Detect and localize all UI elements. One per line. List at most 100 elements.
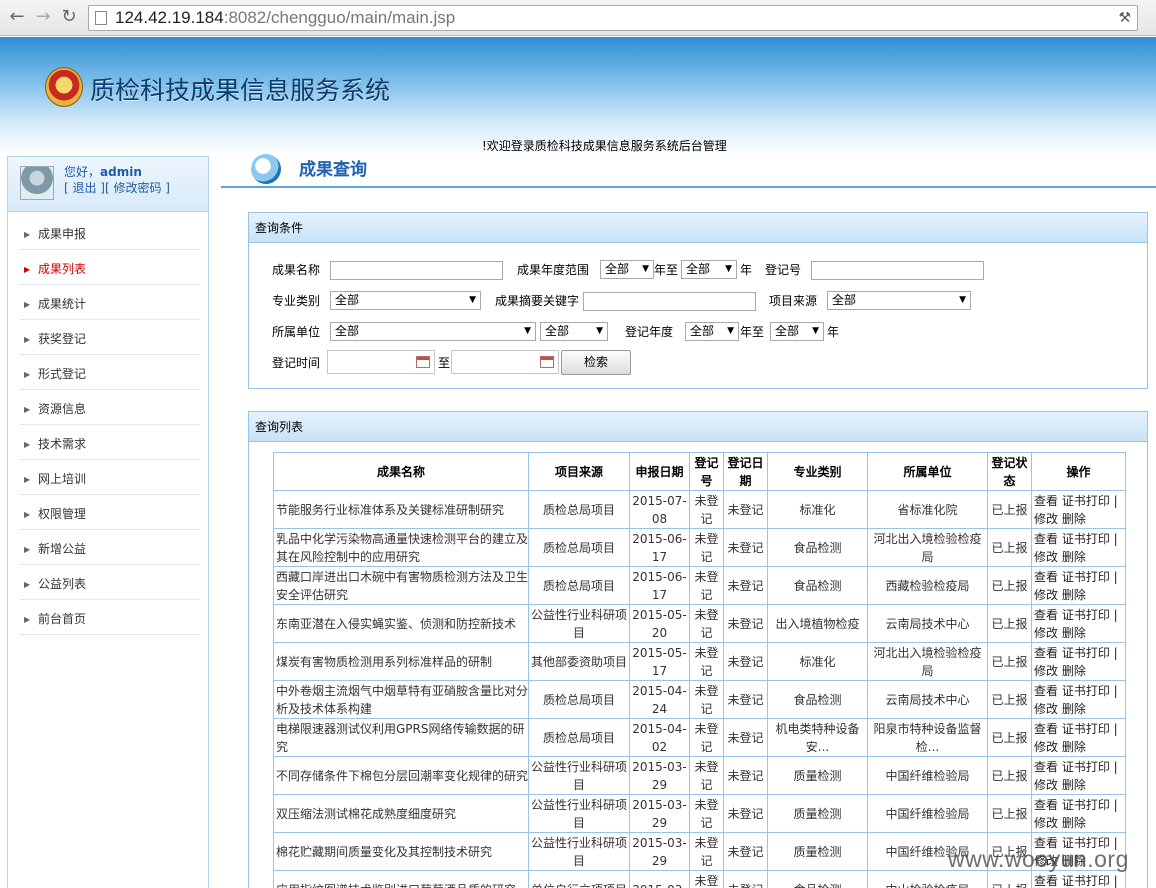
result-panel-title: 查询列表: [249, 412, 1147, 442]
table-row: 乳品中化学污染物高通量快速检测平台的建立及其在风险控制中的应用研究 质检总局项目 2…: [273, 528, 1126, 567]
sidebar-item-resource[interactable]: ▶ 资源信息: [8, 392, 208, 427]
cell-date: 2015-05-17: [629, 642, 690, 681]
dropdown-arrow-icon: ▼: [725, 264, 732, 274]
result-table: 成果名称 项目来源 申报日期 登记号 登记日期 专业类别 所属单位 登记状态 操…: [273, 452, 1126, 888]
query-panel: 查询条件 成果名称 成果年度范围 全部 ▼ 年至 全部 ▼ 年 登记号 专业类别 全…: [248, 212, 1148, 389]
row-actions[interactable]: 查看 证书打印 | 修改 删除: [1031, 870, 1126, 888]
user-links[interactable]: [ 退出 ][ 修改密码 ]: [64, 181, 204, 196]
search-globe-icon: [251, 154, 281, 184]
address-bar[interactable]: 124.42.19.184:8082/chengguo/main/main.js…: [88, 5, 1138, 31]
cell-category: 质量检测: [767, 832, 868, 871]
keyword-input[interactable]: [583, 292, 756, 311]
cell-date: 2015-07-08: [629, 490, 690, 529]
reg-year-from-select[interactable]: 全部 ▼: [685, 322, 739, 341]
sidebar-item-stats[interactable]: ▶ 成果统计: [8, 287, 208, 322]
table-row: 东南亚潜在入侵实蝇实鉴、侦测和防控新技术 公益性行业科研项目 2015-05-20 未…: [273, 604, 1126, 643]
sidebar-item-training[interactable]: ▶ 网上培训: [8, 462, 208, 497]
greeting: 您好，admin: [64, 165, 142, 179]
content-header: 成果查询: [221, 150, 1156, 188]
cell-reg-date: 未登记: [723, 832, 768, 871]
unit-label: 所属单位: [272, 325, 321, 339]
reg-time-from-input[interactable]: [327, 350, 435, 374]
sidebar-item-apply[interactable]: ▶ 成果申报: [8, 217, 208, 252]
sidebar-item-front[interactable]: ▶ 前台首页: [8, 602, 208, 637]
reg-time-to-input[interactable]: [451, 350, 559, 374]
column-header: 登记号: [689, 452, 724, 491]
unit-select[interactable]: 全部 ▼: [330, 322, 536, 341]
year-to-select[interactable]: 全部 ▼: [681, 260, 737, 279]
row-actions[interactable]: 查看 证书打印 | 修改 删除: [1031, 490, 1126, 529]
calendar-icon[interactable]: [540, 356, 554, 368]
cell-unit: 河北出入境检验检疫局: [867, 642, 988, 681]
cell-status: 已上报: [987, 642, 1032, 681]
reg-no-input[interactable]: [811, 261, 984, 280]
search-button[interactable]: 检索: [561, 350, 631, 375]
cell-reg-date: 未登记: [723, 528, 768, 567]
sidebar: 您好，admin [ 退出 ][ 修改密码 ] ▶ 成果申报 ▶ 成果列表 ▶ 成果统…: [7, 156, 209, 888]
unit-sub-select[interactable]: 全部 ▼: [540, 322, 608, 341]
cell-category: 食品检测: [767, 528, 868, 567]
dropdown-arrow-icon: ▼: [642, 264, 649, 274]
cell-source: 质检总局项目: [528, 718, 630, 757]
sidebar-item-public-list[interactable]: ▶ 公益列表: [8, 567, 208, 602]
name-input[interactable]: [330, 261, 503, 280]
forward-icon[interactable]: →: [32, 6, 54, 28]
query-panel-title: 查询条件: [249, 213, 1147, 243]
row-actions[interactable]: 查看 证书打印 | 修改 删除: [1031, 794, 1126, 833]
wrench-icon[interactable]: ⚒: [1118, 10, 1131, 26]
sidebar-item-permission[interactable]: ▶ 权限管理: [8, 497, 208, 532]
calendar-icon[interactable]: [416, 356, 430, 368]
cell-category: 机电类特种设备安...: [767, 718, 868, 757]
column-header: 所属单位: [867, 452, 988, 491]
table-row: 应用指纹图谱技术鉴别进口葡萄酒品质的研究单位自行立项项目2015-03-未登记未…: [273, 870, 1126, 888]
cell-date: 2015-05-20: [629, 604, 690, 643]
system-title-reflection: 质检科技成果信息服务系统: [90, 80, 391, 98]
cell-reg-no: 未登记: [689, 604, 724, 643]
cell-name: 煤炭有害物质检测用系列标准样品的研制: [273, 642, 529, 681]
source-label: 项目来源: [769, 294, 818, 308]
reg-year-label: 登记年度: [625, 325, 674, 339]
row-actions[interactable]: 查看 证书打印 | 修改 删除: [1031, 528, 1126, 567]
row-actions[interactable]: 查看 证书打印 | 修改 删除: [1031, 718, 1126, 757]
source-select[interactable]: 全部 ▼: [827, 291, 971, 310]
page-title: 成果查询: [299, 160, 367, 180]
caret-right-icon: ▶: [24, 405, 31, 414]
cell-name: 不同存储条件下棉包分层回潮率变化规律的研究: [273, 756, 529, 795]
sidebar-item-add-public[interactable]: ▶ 新增公益: [8, 532, 208, 567]
cell-reg-date: 未登记: [723, 794, 768, 833]
cell-date: 2015-03-29: [629, 756, 690, 795]
table-row: 中外卷烟主流烟气中烟草特有亚硝胺含量比对分析及技术体系构建 质检总局项目 2015-…: [273, 680, 1126, 719]
sidebar-item-demand[interactable]: ▶ 技术需求: [8, 427, 208, 462]
specialty-select[interactable]: 全部 ▼: [330, 291, 481, 310]
sidebar-item-form[interactable]: ▶ 形式登记: [8, 357, 208, 392]
reg-year-to-select[interactable]: 全部 ▼: [770, 322, 824, 341]
row-actions[interactable]: 查看 证书打印 | 修改 删除: [1031, 566, 1126, 605]
cell-name: 应用指纹图谱技术鉴别进口葡萄酒品质的研究: [273, 870, 529, 888]
caret-right-icon: ▶: [24, 370, 31, 379]
back-icon[interactable]: ←: [6, 6, 28, 28]
row-actions[interactable]: 查看 证书打印 | 修改 删除: [1031, 642, 1126, 681]
row-actions[interactable]: 查看 证书打印 | 修改 删除: [1031, 604, 1126, 643]
row-actions[interactable]: 查看 证书打印 | 修改 删除: [1031, 680, 1126, 719]
cell-status: 已上报: [987, 680, 1032, 719]
reg-no-label: 登记号: [765, 263, 802, 277]
cell-category: 食品检测: [767, 870, 868, 888]
cell-name: 双压缩法测试棉花成熟度细度研究: [273, 794, 529, 833]
table-row: 电梯限速器测试仪利用GPRS网络传输数据的研究 质检总局项目 2015-04-02 未…: [273, 718, 1126, 757]
column-header: 操作: [1031, 452, 1126, 491]
row-actions[interactable]: 查看 证书打印 | 修改 删除: [1031, 756, 1126, 795]
sidebar-item-award[interactable]: ▶ 获奖登记: [8, 322, 208, 357]
reload-icon[interactable]: ↻: [58, 6, 80, 28]
result-panel: 查询列表 成果名称 项目来源 申报日期 登记号 登记日期 专业类别 所属单位 登…: [248, 411, 1148, 888]
caret-right-icon: ▶: [24, 300, 31, 309]
year-from-select[interactable]: 全部 ▼: [600, 260, 654, 279]
cell-reg-no: 未登记: [689, 490, 724, 529]
name-label: 成果名称: [272, 263, 321, 277]
column-header: 成果名称: [273, 452, 529, 491]
column-header: 专业类别: [767, 452, 868, 491]
caret-right-icon: ▶: [24, 230, 31, 239]
emblem-icon: [45, 67, 83, 107]
user-box: 您好，admin [ 退出 ][ 修改密码 ]: [8, 157, 208, 212]
sidebar-item-list[interactable]: ▶ 成果列表: [8, 252, 208, 287]
caret-right-icon: ▶: [24, 265, 31, 274]
